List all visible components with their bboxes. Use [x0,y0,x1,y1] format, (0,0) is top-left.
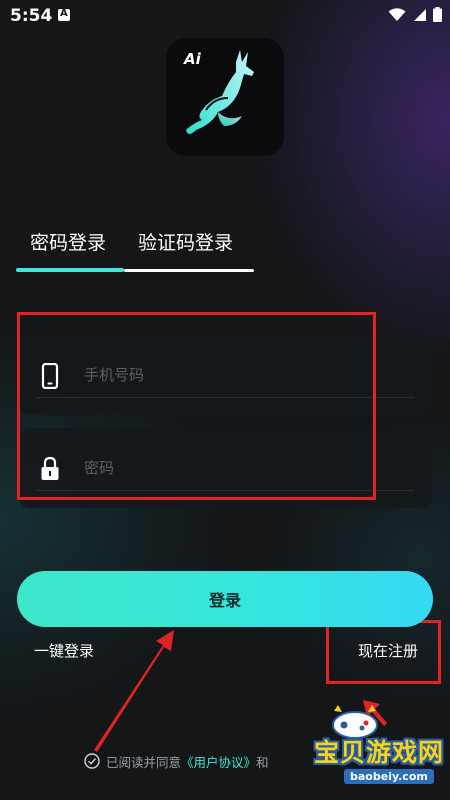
annotation-arrows [94,630,387,752]
agreement-conjunction: 和 [256,754,269,770]
user-agreement-link[interactable]: 《用户协议》 [181,752,256,771]
watermark-logo: 宝贝游戏网 baobeiy.com [298,705,448,795]
agreement-prefix: 已阅读并同意 [106,754,182,770]
checkbox-check-icon[interactable] [84,753,100,769]
watermark-url: baobeiy.com [344,769,434,784]
watermark-title: 宝贝游戏网 [314,738,445,767]
annotation-arrow-login [94,630,174,752]
agreement-row: 已阅读并同意 《用户协议》 和 [84,750,269,772]
